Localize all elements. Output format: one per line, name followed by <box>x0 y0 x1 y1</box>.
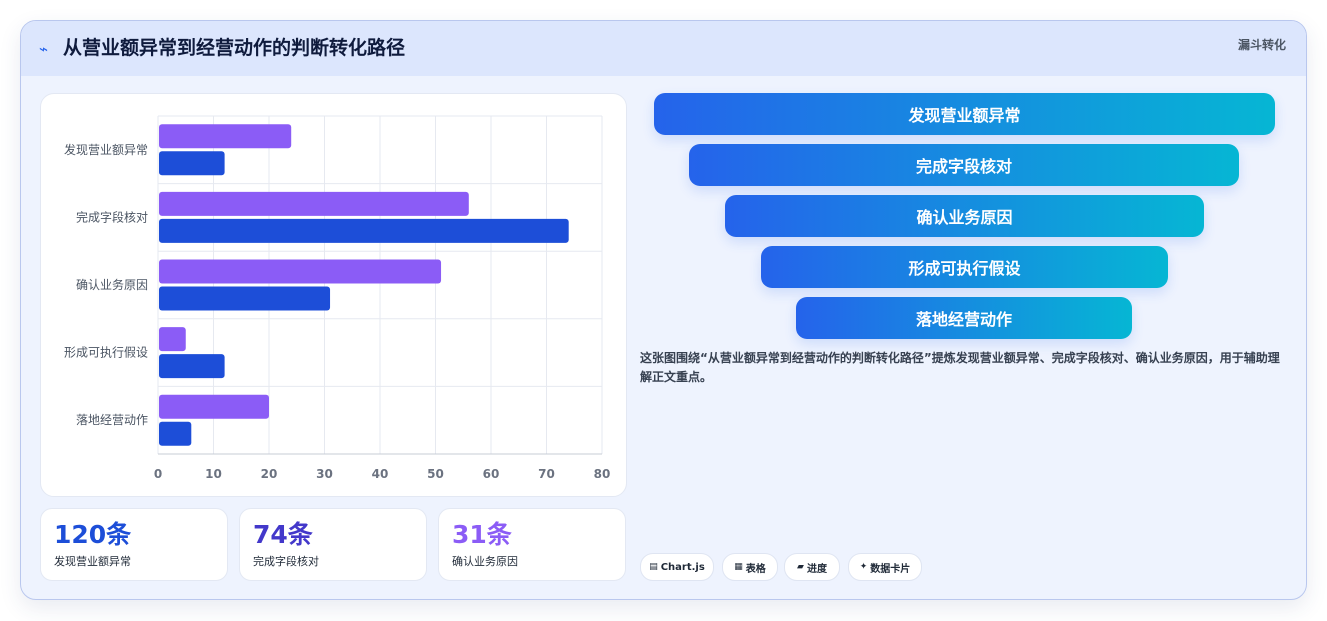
x-tick-label: 70 <box>538 467 555 481</box>
y-category-label: 完成字段核对 <box>76 209 148 224</box>
y-category-label: 落地经营动作 <box>76 413 148 427</box>
x-tick-label: 0 <box>154 467 162 481</box>
chip-label: 表格 <box>745 563 766 575</box>
x-tick-label: 80 <box>594 467 611 481</box>
bar-series-1 <box>159 394 269 419</box>
stat-value: 74条 <box>253 520 313 549</box>
bar-series-2 <box>159 286 331 311</box>
funnel-step-3: 确认业务原因 <box>725 195 1204 237</box>
funnel-step-2: 完成字段核对 <box>689 144 1239 186</box>
x-tick-label: 60 <box>483 467 500 481</box>
stat-label: 确认业务原因 <box>452 555 518 568</box>
chip-chartjs[interactable]: ▤ Chart.js <box>640 553 714 581</box>
stat-card-1: 120条 发现营业额异常 <box>40 508 228 581</box>
card-title: 从营业额异常到经营动作的判断转化路径 <box>63 37 406 59</box>
chip-data-card[interactable]: ✦ 数据卡片 <box>848 553 922 581</box>
y-category-label: 形成可执行假设 <box>64 346 148 360</box>
funnel-step-1: 发现营业额异常 <box>654 93 1275 135</box>
stat-value: 120条 <box>54 520 132 549</box>
chart-type-tag: 漏斗转化 <box>1237 38 1286 52</box>
chart-description: 这张图围绕“从营业额异常到经营动作的判断转化路径”提炼发现营业额异常、完成字段核… <box>640 351 1280 384</box>
table-icon: ▦ <box>734 562 743 572</box>
bar-series-2 <box>159 421 192 446</box>
x-tick-label: 50 <box>427 467 444 481</box>
chip-progress[interactable]: ▰ 进度 <box>784 553 840 581</box>
bar-series-1 <box>159 191 469 216</box>
progress-icon: ▰ <box>797 562 804 572</box>
funnel-step-4: 形成可执行假设 <box>761 246 1168 288</box>
funnel-card: ⌁ 从营业额异常到经营动作的判断转化路径 漏斗转化 0 10 20 30 40 50 60 7… <box>20 20 1307 600</box>
x-tick-label: 20 <box>261 467 278 481</box>
chip-label: 进度 <box>806 563 827 575</box>
lightning-icon: ⌁ <box>39 40 49 58</box>
stat-card-3: 31条 确认业务原因 <box>438 508 626 581</box>
card-header: ⌁ 从营业额异常到经营动作的判断转化路径 漏斗转化 <box>21 21 1306 76</box>
stat-label: 完成字段核对 <box>253 555 319 568</box>
y-category-label: 确认业务原因 <box>76 277 148 292</box>
chip-label: 数据卡片 <box>870 563 911 575</box>
bar-series-1 <box>159 327 186 352</box>
bar-series-2 <box>159 151 225 176</box>
stat-label: 发现营业额异常 <box>54 555 131 568</box>
stat-card-2: 74条 完成字段核对 <box>239 508 427 581</box>
bar-series-2 <box>159 354 225 379</box>
chip-label: Chart.js <box>660 561 705 573</box>
chart-icon: ▤ <box>649 562 658 572</box>
x-tick-label: 30 <box>316 467 333 481</box>
bar-series-1 <box>159 124 292 149</box>
funnel-step-5: 落地经营动作 <box>796 297 1132 339</box>
bar-chart: 0 10 20 30 40 50 60 70 80 发现营业额异常完成字段核对确认业务原因形成可执… <box>64 115 611 481</box>
stat-value: 31条 <box>452 520 512 549</box>
bar-chart-panel: 0 10 20 30 40 50 60 70 80 发现营业额异常完成字段核对 确认业务原因形成可执… <box>40 93 627 497</box>
bar-series-2 <box>159 218 569 243</box>
x-tick-label: 10 <box>205 467 222 481</box>
sparkle-icon: ✦ <box>859 562 868 572</box>
x-tick-label: 40 <box>372 467 389 481</box>
y-category-label: 发现营业额异常 <box>64 142 148 157</box>
chip-table[interactable]: ▦ 表格 <box>722 553 778 581</box>
bar-series-1 <box>159 259 442 284</box>
